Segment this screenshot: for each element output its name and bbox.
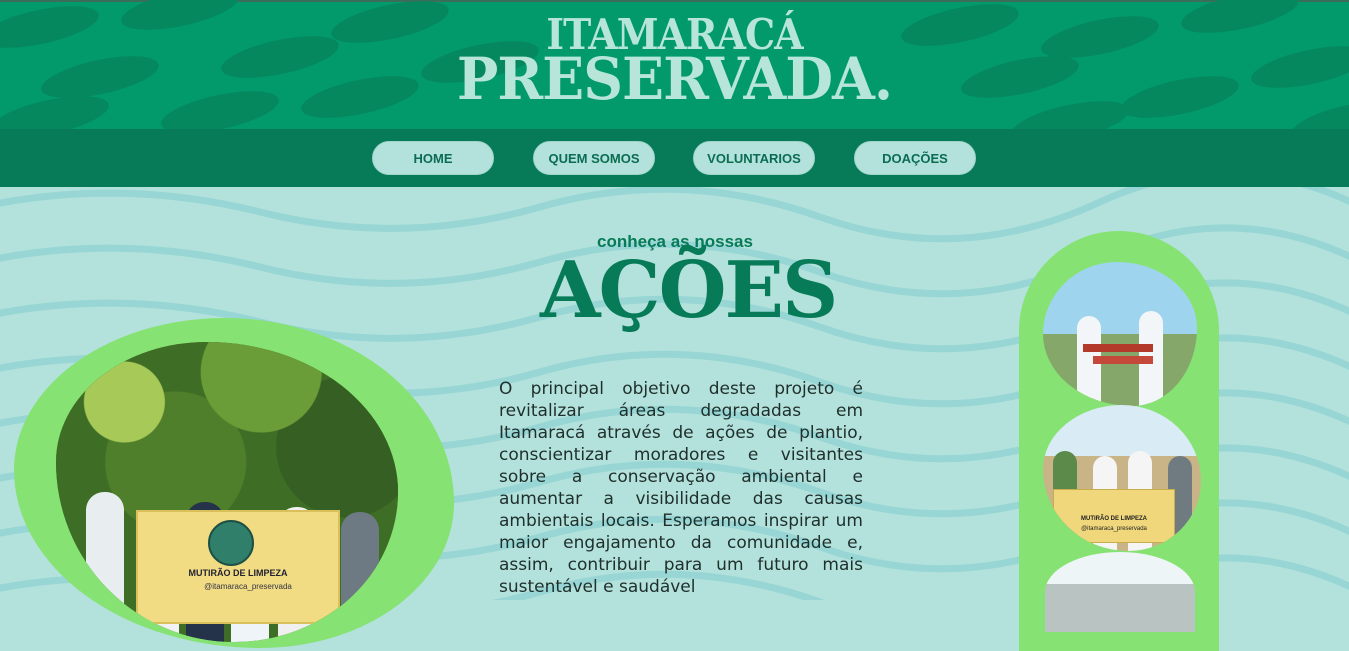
site-header: ITAMARACÁ PRESERVADA.: [0, 0, 1349, 129]
photo-sign: [1093, 356, 1153, 364]
nav-home-button[interactable]: HOME: [372, 141, 494, 175]
banner-handle: @itamaraca_preservada: [204, 582, 292, 591]
cleanup-banner: MUTIRÃO DE LIMPEZA @itamaraca_preservada: [136, 510, 340, 624]
photo-banner: MUTIRÃO DE LIMPEZA @itamaraca_preservada: [1053, 489, 1175, 543]
site-logo[interactable]: ITAMARACÁ PRESERVADA.: [0, 14, 1349, 113]
nav-voluntarios-button[interactable]: VOLUNTARIOS: [693, 141, 815, 175]
photo-banner-handle: @itamaraca_preservada: [1081, 526, 1147, 532]
banner-logo-icon: [208, 520, 254, 566]
banner-title: MUTIRÃO DE LIMPEZA: [188, 568, 288, 578]
volunteers-photo-3: [1045, 552, 1195, 632]
cleanup-group-photo: MUTIRÃO DE LIMPEZA @itamaraca_preservada: [56, 342, 398, 642]
photo-sign: [1083, 344, 1153, 352]
photo-person: [341, 512, 379, 642]
section-description: O principal objetivo deste projeto é rev…: [499, 379, 863, 597]
section-title: AÇÕES: [540, 245, 838, 336]
nav-doacoes-button[interactable]: DOAÇÕES: [854, 141, 976, 175]
nav-quem-somos-button[interactable]: QUEM SOMOS: [533, 141, 655, 175]
photo-person: [86, 492, 124, 642]
volunteers-photo-2: MUTIRÃO DE LIMPEZA @itamaraca_preservada: [1043, 405, 1201, 551]
photo-banner-title: MUTIRÃO DE LIMPEZA: [1081, 516, 1147, 522]
logo-line-2: PRESERVADA.: [456, 45, 893, 113]
main-nav: HOME QUEM SOMOS VOLUNTARIOS DOAÇÕES: [0, 129, 1349, 187]
